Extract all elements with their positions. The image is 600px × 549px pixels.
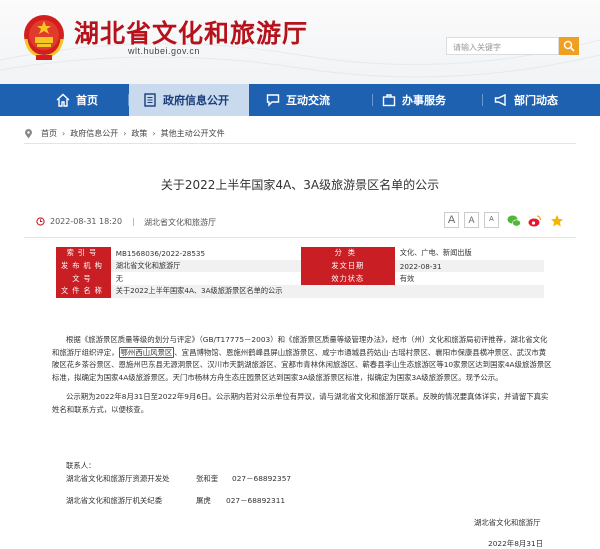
- contact-name: 张和奎: [196, 474, 219, 483]
- table-key: 索引号: [56, 247, 111, 260]
- divider: [24, 143, 576, 144]
- breadcrumb: 首页 › 政府信息公开 › 政策 › 其他主动公开文件: [24, 128, 225, 139]
- briefcase-icon: [382, 94, 396, 107]
- breadcrumb-separator: ›: [123, 129, 127, 138]
- clock-icon: [36, 217, 45, 226]
- contact-dept: 湖北省文化和旅游厅机关纪委: [66, 496, 163, 505]
- contact-name: 屠虎: [196, 496, 211, 505]
- document-icon: [144, 93, 156, 107]
- nav-gov-info[interactable]: 政府信息公开: [129, 84, 249, 116]
- nav-dept-news[interactable]: 部门动态: [490, 84, 570, 116]
- site-header: 湖北省文化和旅游厅 wlt.hubei.gov.cn 请输入关键字: [0, 0, 600, 84]
- table-key: 分类: [300, 247, 395, 260]
- signature-org: 湖北省文化和旅游厅: [474, 518, 541, 527]
- nav-label: 部门动态: [514, 94, 558, 107]
- paragraph: 根据《旅游景区质量等级的划分与评定》（GB/T17775－2003）和《旅游景区…: [52, 334, 552, 384]
- contact-phone: 027－68892357: [232, 474, 292, 483]
- weibo-share-icon[interactable]: [528, 214, 542, 228]
- table-key: 文件名称: [56, 285, 111, 298]
- wechat-share-icon[interactable]: [507, 214, 521, 228]
- article-meta: 2022-08-31 18:20 | 湖北省文化和旅游厅 A A A: [24, 212, 576, 232]
- main-nav: 首页 政府信息公开 互动交流 办事服务 部门动态: [0, 84, 600, 116]
- table-row: 发布机构 湖北省文化和旅游厅 发文日期 2022-08-31: [56, 259, 544, 273]
- table-row: 索引号 MB1568036/2022-28535 分类 文化、广电、新闻出版: [56, 247, 544, 260]
- article-source: 湖北省文化和旅游厅: [144, 218, 216, 227]
- table-value: 无: [110, 272, 301, 286]
- search-button[interactable]: [559, 37, 579, 55]
- font-size-medium-button[interactable]: A: [464, 212, 479, 228]
- nav-home[interactable]: 首页: [48, 84, 118, 116]
- table-value: 关于2022上半年国家4A、3A级旅游景区名单的公示: [110, 285, 544, 298]
- breadcrumb-separator: ›: [62, 129, 66, 138]
- paragraph: 公示期为2022年8月31日至2022年9月6日。公示期内若对公示单位有异议，请…: [52, 392, 549, 414]
- table-row: 文件名称 关于2022上半年国家4A、3A级旅游景区名单的公示: [56, 285, 544, 298]
- signature-date: 2022年8月31日: [488, 539, 544, 548]
- search-input[interactable]: 请输入关键字: [446, 37, 559, 55]
- site-url: wlt.hubei.gov.cn: [128, 46, 200, 56]
- table-key: 发文日期: [300, 259, 395, 273]
- star-favorite-icon[interactable]: [550, 214, 564, 228]
- nav-interaction[interactable]: 互动交流: [262, 84, 342, 116]
- contact-dept: 湖北省文化和旅游厅资源开发处: [66, 474, 170, 483]
- megaphone-icon: [494, 93, 506, 107]
- contact-label: 联系人：: [66, 461, 96, 470]
- meta-separator: |: [132, 217, 135, 226]
- divider: [24, 237, 576, 238]
- breadcrumb-policy[interactable]: 政策: [131, 128, 147, 139]
- table-key: 发布机构: [56, 259, 111, 273]
- table-value: 文化、广电、新闻出版: [394, 247, 544, 260]
- table-key: 文号: [56, 272, 111, 286]
- search-icon: [563, 40, 575, 52]
- nav-divider: [482, 94, 483, 106]
- nav-label: 政府信息公开: [163, 94, 229, 107]
- location-icon: [25, 128, 32, 138]
- table-key: 效力状态: [300, 272, 395, 286]
- table-row: 文号 无 效力状态 有效: [56, 272, 544, 286]
- article-title: 关于2022上半年国家4A、3A级旅游景区名单的公示: [160, 178, 440, 192]
- publish-datetime: 2022-08-31 18:20: [50, 217, 123, 226]
- table-value: 湖北省文化和旅游厅: [110, 259, 301, 273]
- nav-label: 首页: [76, 94, 98, 107]
- nav-divider: [372, 94, 373, 106]
- article-body: 根据《旅游景区质量等级的划分与评定》（GB/T17775－2003）和《旅游景区…: [52, 334, 552, 417]
- site-title: 湖北省文化和旅游厅: [74, 19, 309, 48]
- breadcrumb-other-files[interactable]: 其他主动公开文件: [161, 128, 225, 139]
- table-value: MB1568036/2022-28535: [110, 247, 301, 260]
- nav-label: 互动交流: [286, 94, 330, 107]
- national-emblem-icon: [24, 15, 64, 60]
- nav-services[interactable]: 办事服务: [378, 84, 458, 116]
- highlighted-scenic-area: 鄂州西山风景区: [118, 346, 175, 358]
- contact-phone: 027－68892311: [226, 496, 286, 505]
- nav-label: 办事服务: [402, 94, 446, 107]
- table-value: 2022-08-31: [394, 259, 544, 273]
- chat-icon: [266, 94, 280, 107]
- table-value: 有效: [394, 272, 544, 286]
- breadcrumb-separator: ›: [152, 129, 156, 138]
- breadcrumb-home[interactable]: 首页: [41, 128, 57, 139]
- font-size-large-button[interactable]: A: [444, 212, 459, 228]
- breadcrumb-gov-info[interactable]: 政府信息公开: [70, 128, 118, 139]
- document-info-table: 索引号 MB1568036/2022-28535 分类 文化、广电、新闻出版 发…: [56, 247, 544, 298]
- font-size-small-button[interactable]: A: [484, 212, 499, 228]
- home-icon: [56, 93, 70, 107]
